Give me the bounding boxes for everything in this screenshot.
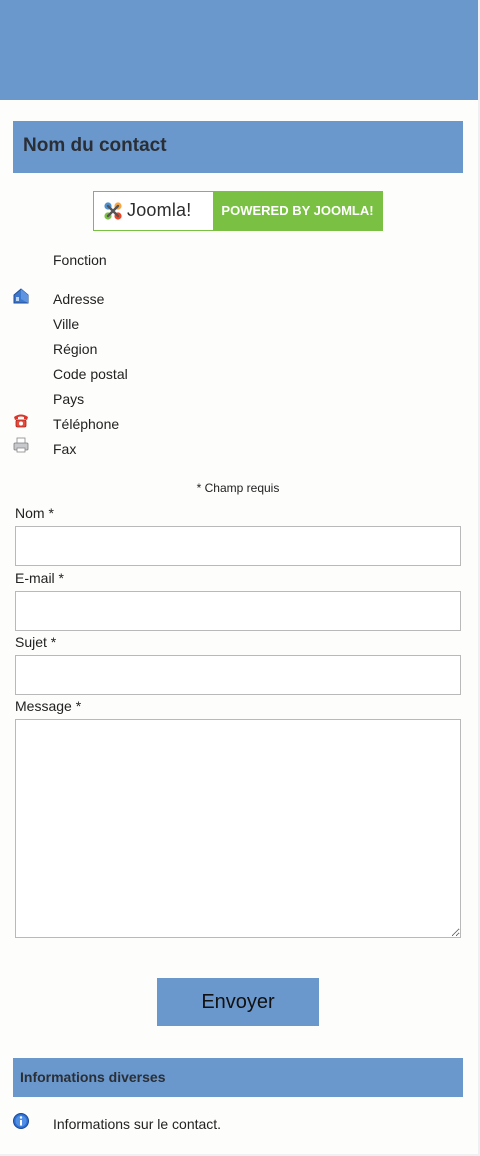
fax-icon — [13, 437, 29, 453]
joomla-logo-area: Joomla! — [94, 192, 213, 230]
contact-position: Fonction — [53, 252, 107, 268]
send-button[interactable]: Envoyer — [157, 978, 319, 1026]
telephone-icon — [14, 414, 28, 428]
misc-info-text: Informations sur le contact. — [53, 1116, 222, 1132]
contact-country: Pays — [53, 391, 85, 407]
powered-by-label-area: POWERED BY JOOMLA! — [213, 192, 382, 230]
house-icon — [13, 288, 29, 304]
contact-address: Adresse — [53, 291, 105, 307]
contact-region: Région — [53, 341, 98, 357]
site-header-bar — [0, 0, 478, 100]
misc-info-title: Informations diverses — [20, 1069, 166, 1085]
powered-by-text: POWERED BY JOOMLA! — [221, 203, 374, 218]
contact-postcode: Code postal — [53, 366, 128, 382]
message-label: Message * — [15, 698, 82, 714]
powered-by-joomla-badge[interactable]: Joomla! POWERED BY JOOMLA! — [93, 191, 383, 231]
contact-fax: Fax — [53, 441, 77, 457]
message-textarea[interactable] — [15, 719, 461, 938]
email-label: E-mail * — [15, 570, 65, 586]
contact-city: Ville — [53, 316, 80, 332]
required-fields-note: * Champ requis — [196, 481, 280, 495]
subject-input[interactable] — [15, 655, 461, 695]
misc-info-heading-bar: Informations diverses — [13, 1058, 463, 1097]
name-input[interactable] — [15, 526, 461, 566]
name-label: Nom * — [15, 505, 54, 521]
contact-phone: Téléphone — [53, 416, 120, 432]
subject-label: Sujet * — [15, 634, 57, 650]
joomla-logo-icon — [104, 202, 122, 220]
email-input[interactable] — [15, 591, 461, 631]
contact-heading-bar: Nom du contact — [13, 121, 463, 173]
contact-name-title: Nom du contact — [23, 135, 167, 156]
info-icon — [13, 1113, 29, 1129]
joomla-wordmark: Joomla! — [127, 200, 192, 220]
